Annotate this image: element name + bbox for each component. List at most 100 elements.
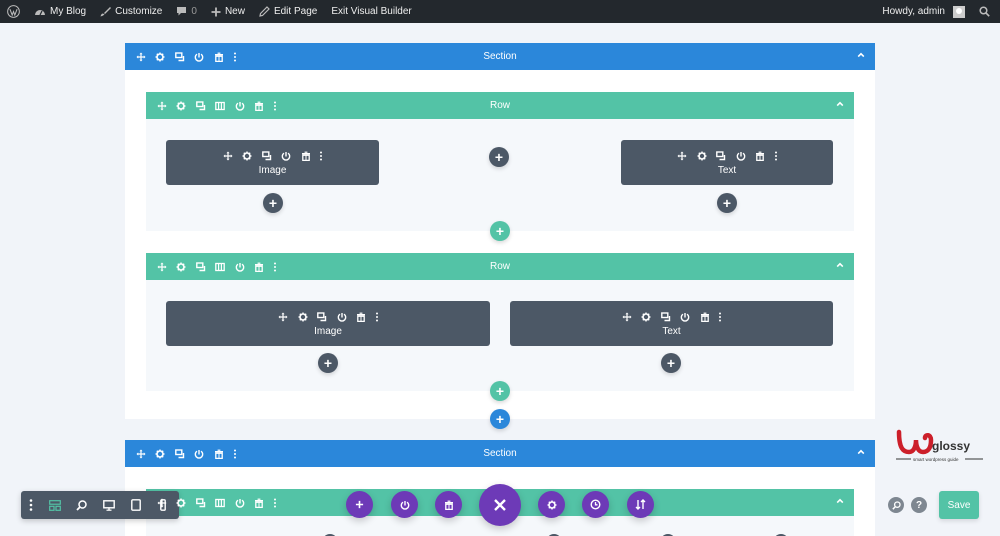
portability-button[interactable]	[391, 491, 418, 518]
duplicate-icon[interactable]	[191, 494, 211, 512]
comments-link[interactable]: 0	[169, 0, 204, 23]
collapse-chevron-icon[interactable]	[836, 100, 844, 108]
page-settings-button[interactable]	[538, 491, 565, 518]
more-icon[interactable]	[229, 445, 241, 463]
add-row-button[interactable]: +	[490, 221, 510, 241]
settings-icon[interactable]	[172, 258, 192, 276]
move-icon[interactable]	[152, 97, 172, 115]
row-header[interactable]: Row	[146, 92, 854, 119]
delete-icon[interactable]	[250, 97, 270, 115]
delete-icon[interactable]	[209, 48, 229, 66]
disable-icon[interactable]	[230, 258, 250, 276]
duplicate-icon[interactable]	[312, 309, 332, 325]
close-button[interactable]	[479, 484, 521, 526]
add-module-button[interactable]: +	[717, 193, 737, 213]
move-icon[interactable]	[672, 148, 692, 164]
duplicate-icon[interactable]	[170, 48, 190, 66]
more-icon[interactable]	[269, 97, 281, 115]
add-module-button[interactable]: +	[263, 193, 283, 213]
settings-icon[interactable]	[151, 48, 171, 66]
add-row-button[interactable]: +	[490, 381, 510, 401]
clear-layout-button[interactable]	[435, 491, 462, 518]
help-button[interactable]: ?	[911, 497, 927, 513]
add-section-button[interactable]: +	[490, 409, 510, 429]
wireframe-view-button[interactable]	[41, 491, 68, 519]
delete-icon[interactable]	[351, 309, 371, 325]
settings-icon[interactable]	[293, 309, 313, 325]
disable-icon[interactable]	[675, 309, 695, 325]
desktop-view-button[interactable]	[95, 491, 122, 519]
move-icon[interactable]	[273, 309, 293, 325]
disable-icon[interactable]	[230, 494, 250, 512]
collapse-chevron-icon[interactable]	[836, 497, 844, 505]
duplicate-icon[interactable]	[257, 148, 277, 164]
settings-icon[interactable]	[151, 445, 171, 463]
delete-icon[interactable]	[750, 148, 770, 164]
disable-icon[interactable]	[190, 445, 210, 463]
more-icon[interactable]	[714, 309, 726, 325]
add-module-button[interactable]: +	[661, 353, 681, 373]
wordpress-logo[interactable]	[0, 0, 27, 23]
history-button[interactable]	[582, 491, 609, 518]
move-icon[interactable]	[152, 494, 172, 512]
section-header[interactable]: Section	[125, 43, 875, 70]
module-image[interactable]: Image	[166, 301, 490, 346]
duplicate-icon[interactable]	[170, 445, 190, 463]
more-icon[interactable]	[371, 309, 383, 325]
disable-icon[interactable]	[332, 309, 352, 325]
more-icon[interactable]	[269, 258, 281, 276]
tablet-view-button[interactable]	[122, 491, 149, 519]
module-text[interactable]: Text	[621, 140, 833, 185]
delete-icon[interactable]	[296, 148, 316, 164]
save-button[interactable]: Save	[939, 491, 979, 519]
columns-icon[interactable]	[211, 97, 231, 115]
add-button[interactable]	[346, 491, 373, 518]
menu-button[interactable]	[21, 491, 41, 519]
add-module-button[interactable]: +	[489, 147, 509, 167]
delete-icon[interactable]	[209, 445, 229, 463]
collapse-chevron-icon[interactable]	[857, 448, 865, 456]
move-icon[interactable]	[218, 148, 238, 164]
section-header[interactable]: Section	[125, 440, 875, 467]
search-button[interactable]	[888, 497, 904, 513]
more-icon[interactable]	[229, 48, 241, 66]
account-menu[interactable]: Howdy, admin	[875, 0, 972, 23]
collapse-chevron-icon[interactable]	[836, 261, 844, 269]
duplicate-icon[interactable]	[191, 97, 211, 115]
duplicate-icon[interactable]	[711, 148, 731, 164]
customize-link[interactable]: Customize	[93, 0, 169, 23]
disable-icon[interactable]	[276, 148, 296, 164]
delete-icon[interactable]	[695, 309, 715, 325]
duplicate-icon[interactable]	[656, 309, 676, 325]
edit-page-link[interactable]: Edit Page	[252, 0, 324, 23]
settings-icon[interactable]	[172, 494, 192, 512]
settings-icon[interactable]	[636, 309, 656, 325]
more-icon[interactable]	[269, 494, 281, 512]
columns-icon[interactable]	[211, 494, 231, 512]
my-blog-link[interactable]: My Blog	[27, 0, 93, 23]
more-icon[interactable]	[770, 148, 782, 164]
search-button[interactable]	[972, 0, 1000, 23]
zoom-button[interactable]	[68, 491, 95, 519]
module-text[interactable]: Text	[510, 301, 833, 346]
new-link[interactable]: New	[204, 0, 252, 23]
delete-icon[interactable]	[250, 258, 270, 276]
exit-visual-builder-link[interactable]: Exit Visual Builder	[324, 0, 418, 23]
disable-icon[interactable]	[731, 148, 751, 164]
duplicate-icon[interactable]	[191, 258, 211, 276]
move-icon[interactable]	[152, 258, 172, 276]
collapse-chevron-icon[interactable]	[857, 51, 865, 59]
move-icon[interactable]	[131, 445, 151, 463]
settings-icon[interactable]	[172, 97, 192, 115]
settings-icon[interactable]	[237, 148, 257, 164]
settings-icon[interactable]	[692, 148, 712, 164]
add-module-button[interactable]: +	[318, 353, 338, 373]
delete-icon[interactable]	[250, 494, 270, 512]
disable-icon[interactable]	[230, 97, 250, 115]
columns-icon[interactable]	[211, 258, 231, 276]
move-icon[interactable]	[131, 48, 151, 66]
row-header[interactable]: Row	[146, 253, 854, 280]
module-image[interactable]: Image	[166, 140, 379, 185]
more-icon[interactable]	[315, 148, 327, 164]
disable-icon[interactable]	[190, 48, 210, 66]
